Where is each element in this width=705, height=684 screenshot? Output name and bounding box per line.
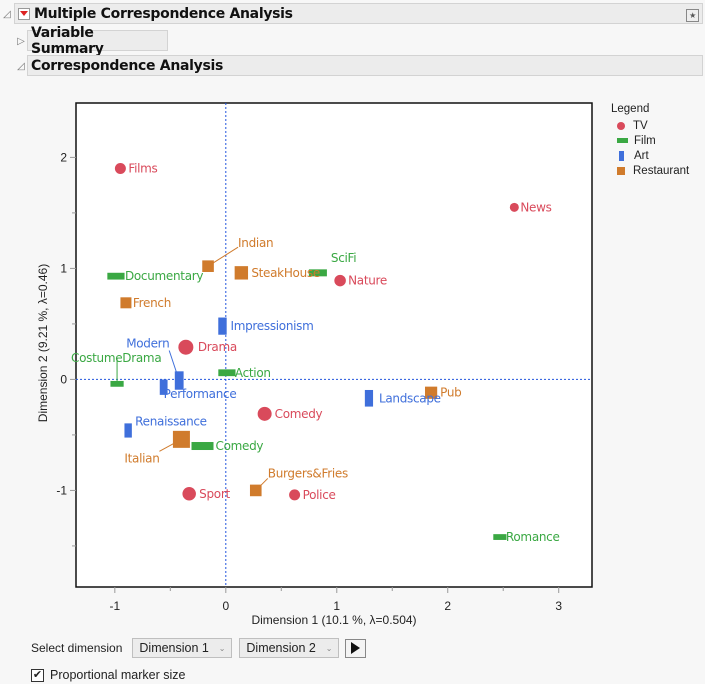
point-label: Action: [235, 366, 271, 380]
legend-item-film[interactable]: Film: [611, 133, 689, 148]
restaurant-point[interactable]: [249, 484, 262, 497]
point-label: Sport: [199, 487, 230, 501]
y-dimension-value: Dimension 2: [246, 641, 316, 655]
point-label: Romance: [506, 530, 560, 544]
square-marker-icon: [617, 166, 625, 175]
proportional-marker-option[interactable]: ✔ Proportional marker size: [31, 668, 185, 682]
tv-point[interactable]: [114, 162, 126, 174]
correspondence-plot[interactable]: -1 0 1 2 3 -1 0 1 2 Films News Nature Drama Comedy Sp…: [0, 0, 705, 684]
film-point[interactable]: [107, 272, 125, 280]
tv-point[interactable]: [509, 202, 519, 212]
point-label: Comedy: [275, 407, 323, 421]
point-label: Renaissance: [135, 414, 207, 428]
legend-title: Legend: [611, 103, 650, 115]
film-point[interactable]: [493, 534, 507, 540]
x-tick-label: 0: [222, 599, 229, 613]
point-label: Modern: [126, 337, 169, 351]
dimension-controls: Select dimension Dimension 1 ⌄ Dimension…: [31, 638, 367, 658]
point-label: Police: [303, 488, 336, 502]
art-point[interactable]: [218, 317, 227, 335]
legend: Legend TV Film Art Restaurant: [611, 103, 689, 178]
point-label: Nature: [348, 274, 387, 288]
x-tick-label: 3: [555, 599, 562, 613]
tv-point[interactable]: [178, 339, 194, 355]
restaurant-point[interactable]: [234, 266, 249, 280]
point-label: Indian: [238, 236, 273, 250]
film-point[interactable]: [191, 442, 214, 451]
chevron-down-icon: ⌄: [218, 643, 226, 653]
legend-label: TV: [633, 119, 648, 132]
circle-marker-icon: [617, 121, 625, 130]
point-label: Italian: [124, 451, 159, 465]
x-dimension-value: Dimension 1: [139, 641, 209, 655]
point-label: Performance: [164, 387, 237, 401]
point-label: Impressionism: [230, 319, 313, 333]
art-point[interactable]: [124, 423, 132, 438]
proportional-marker-checkbox[interactable]: ✔: [31, 668, 44, 682]
restaurant-point[interactable]: [172, 430, 190, 448]
proportional-marker-label: Proportional marker size: [50, 668, 186, 682]
x-tick-label: -1: [110, 599, 121, 613]
go-arrow-button[interactable]: [345, 638, 367, 658]
legend-item-tv[interactable]: TV: [611, 118, 689, 133]
point-label: SteakHouse: [251, 266, 320, 280]
x-axis-label: Dimension 1 (10.1 %, λ=0.504): [251, 613, 416, 627]
y-tick-label: 2: [60, 150, 67, 164]
point-label: Drama: [198, 340, 237, 354]
y-tick-label: 1: [60, 261, 67, 275]
legend-label: Film: [634, 134, 656, 147]
legend-item-art[interactable]: Art: [611, 148, 689, 163]
x-dimension-select[interactable]: Dimension 1 ⌄: [132, 638, 233, 658]
tv-point[interactable]: [257, 406, 272, 421]
art-point[interactable]: [364, 389, 374, 407]
legend-label: Art: [634, 149, 649, 162]
point-label: Documentary: [125, 269, 203, 283]
restaurant-point[interactable]: [120, 297, 132, 309]
x-tick-label: 2: [444, 599, 451, 613]
point-label: CostumeDrama: [71, 351, 161, 365]
tv-point[interactable]: [182, 487, 196, 501]
select-dimension-label: Select dimension: [31, 641, 123, 655]
point-label: Burgers&Fries: [268, 466, 348, 480]
horizontal-bar-marker-icon: [617, 138, 628, 143]
legend-label: Restaurant: [633, 164, 690, 177]
legend-item-restaurant[interactable]: Restaurant: [611, 163, 689, 178]
point-label: Landscape: [379, 391, 441, 405]
point-label: SciFi: [331, 251, 356, 265]
chevron-down-icon: ⌄: [325, 643, 333, 653]
restaurant-point[interactable]: [202, 260, 214, 272]
point-label: Comedy: [216, 439, 264, 453]
y-axis-label: Dimension 2 (9.21 %, λ=0.46): [36, 264, 50, 422]
tv-point[interactable]: [334, 274, 346, 287]
film-point[interactable]: [218, 369, 236, 377]
film-point[interactable]: [110, 380, 124, 387]
tv-point[interactable]: [289, 489, 301, 501]
point-label: French: [133, 296, 171, 310]
y-tick-label: -1: [56, 483, 67, 497]
y-dimension-select[interactable]: Dimension 2 ⌄: [239, 638, 340, 658]
point-label: Pub: [440, 386, 461, 400]
point-label: Films: [128, 161, 157, 175]
x-tick-label: 1: [333, 599, 340, 613]
point-label: News: [520, 200, 551, 214]
y-tick-label: 0: [60, 372, 67, 386]
vertical-bar-marker-icon: [619, 150, 624, 161]
